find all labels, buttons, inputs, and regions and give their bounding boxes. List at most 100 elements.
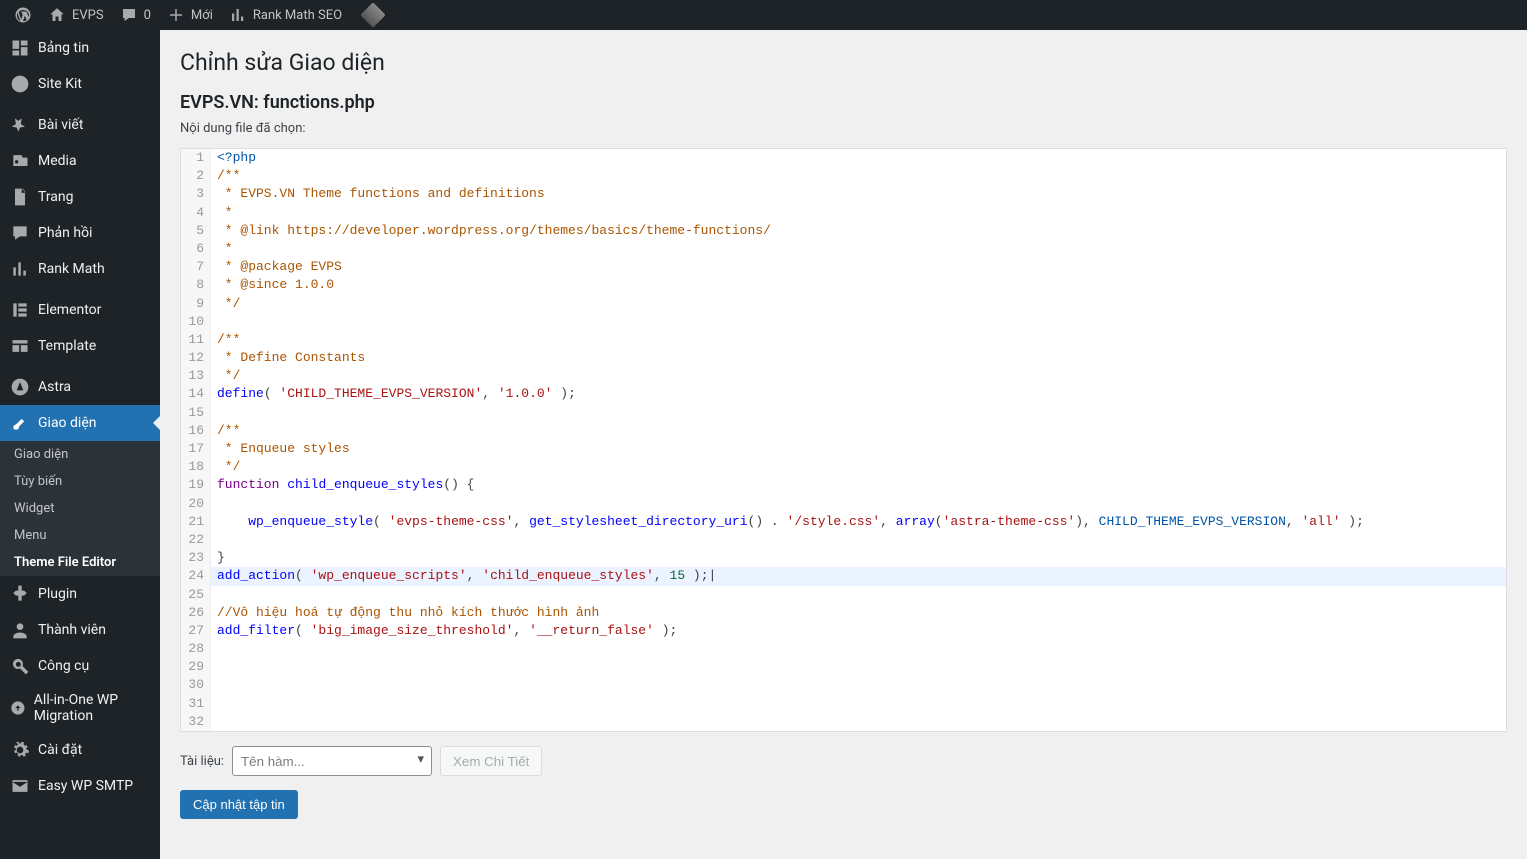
code-line[interactable]: 3 * EVPS.VN Theme functions and definiti… [181, 185, 1506, 203]
code-line[interactable]: 2/** [181, 167, 1506, 185]
code-line[interactable]: 18 */ [181, 458, 1506, 476]
code-line[interactable]: 6 * [181, 240, 1506, 258]
menu-item-rank-math[interactable]: Rank Math [0, 251, 160, 287]
site-link[interactable]: EVPS [40, 0, 112, 30]
code-content[interactable] [211, 404, 217, 422]
code-line[interactable]: 14define( 'CHILD_THEME_EVPS_VERSION', '1… [181, 385, 1506, 403]
code-line[interactable]: 19function child_enqueue_styles() { [181, 476, 1506, 494]
code-content[interactable]: * [211, 240, 233, 258]
code-content[interactable] [211, 695, 217, 713]
code-content[interactable]: add_filter( 'big_image_size_threshold', … [211, 622, 677, 640]
update-file-button[interactable]: Cập nhật tập tin [180, 790, 298, 819]
submenu-item-giao-diện[interactable]: Giao diện [0, 441, 160, 468]
submenu-item-widget[interactable]: Widget [0, 495, 160, 522]
code-line[interactable]: 4 * [181, 204, 1506, 222]
code-content[interactable]: add_action( 'wp_enqueue_scripts', 'child… [211, 567, 716, 585]
code-content[interactable] [211, 676, 217, 694]
code-content[interactable] [211, 495, 217, 513]
code-line[interactable]: 12 * Define Constants [181, 349, 1506, 367]
code-line[interactable]: 13 */ [181, 367, 1506, 385]
code-line[interactable]: 31 [181, 695, 1506, 713]
cache-menu[interactable] [350, 0, 396, 30]
menu-item-thành-viên[interactable]: Thành viên [0, 612, 160, 648]
code-line[interactable]: 9 */ [181, 295, 1506, 313]
code-content[interactable]: * Enqueue styles [211, 440, 350, 458]
code-content[interactable] [211, 658, 217, 676]
code-line[interactable]: 26//Vô hiệu hoá tự động thu nhỏ kích thư… [181, 604, 1506, 622]
menu-item-astra[interactable]: Astra [0, 369, 160, 405]
code-line[interactable]: 1<?php [181, 149, 1506, 167]
code-line[interactable]: 32 [181, 713, 1506, 731]
menu-item-giao-diện[interactable]: Giao diện [0, 405, 160, 441]
code-line[interactable]: 30 [181, 676, 1506, 694]
code-content[interactable]: <?php [211, 149, 256, 167]
code-line[interactable]: 21 wp_enqueue_style( 'evps-theme-css', g… [181, 513, 1506, 531]
code-line[interactable]: 25 [181, 586, 1506, 604]
view-details-button[interactable]: Xem Chi Tiết [440, 746, 542, 776]
menu-item-site-kit[interactable]: Site Kit [0, 66, 160, 102]
code-content[interactable]: /** [211, 331, 240, 349]
code-line[interactable]: 8 * @since 1.0.0 [181, 276, 1506, 294]
code-line[interactable]: 28 [181, 640, 1506, 658]
code-content[interactable]: wp_enqueue_style( 'evps-theme-css', get_… [211, 513, 1364, 531]
code-content[interactable]: //Vô hiệu hoá tự động thu nhỏ kích thước… [211, 604, 599, 622]
menu-item-phản-hồi[interactable]: Phản hồi [0, 215, 160, 251]
code-content[interactable]: /** [211, 422, 240, 440]
code-editor[interactable]: 1<?php2/**3 * EVPS.VN Theme functions an… [180, 148, 1507, 732]
code-content[interactable]: function child_enqueue_styles() { [211, 476, 474, 494]
comments-link[interactable]: 0 [112, 0, 159, 30]
menu-item-bảng-tin[interactable]: Bảng tin [0, 30, 160, 66]
code-content[interactable]: * [211, 204, 233, 222]
submenu-item-theme-file-editor[interactable]: Theme File Editor [0, 549, 160, 576]
code-line[interactable]: 22 [181, 531, 1506, 549]
code-content[interactable]: */ [211, 295, 240, 313]
code-content[interactable]: * EVPS.VN Theme functions and definition… [211, 185, 545, 203]
code-line[interactable]: 17 * Enqueue styles [181, 440, 1506, 458]
code-content[interactable] [211, 713, 217, 731]
code-content[interactable]: } [211, 549, 225, 567]
code-content[interactable] [211, 640, 217, 658]
code-line[interactable]: 23} [181, 549, 1506, 567]
wp-logo[interactable] [6, 0, 40, 30]
code-content[interactable]: * Define Constants [211, 349, 365, 367]
code-content[interactable]: * @since 1.0.0 [211, 276, 334, 294]
comment-icon [10, 223, 30, 243]
menu-item-bài-viết[interactable]: Bài viết [0, 107, 160, 143]
menu-item-elementor[interactable]: Elementor [0, 292, 160, 328]
code-content[interactable]: define( 'CHILD_THEME_EVPS_VERSION', '1.0… [211, 385, 576, 403]
code-line[interactable]: 29 [181, 658, 1506, 676]
code-content[interactable]: */ [211, 458, 240, 476]
menu-item-trang[interactable]: Trang [0, 179, 160, 215]
new-content[interactable]: Mới [159, 0, 221, 30]
code-line[interactable]: 27add_filter( 'big_image_size_threshold'… [181, 622, 1506, 640]
menu-item-template[interactable]: Template [0, 328, 160, 364]
code-content[interactable]: */ [211, 367, 240, 385]
code-content[interactable] [211, 531, 217, 549]
code-content[interactable]: /** [211, 167, 240, 185]
code-line[interactable]: 15 [181, 404, 1506, 422]
menu-item-easy-wp-smtp[interactable]: Easy WP SMTP [0, 768, 160, 804]
menu-item-cài-đặt[interactable]: Cài đặt [0, 732, 160, 768]
menu-label: All-in-One WP Migration [34, 692, 150, 724]
code-line[interactable]: 20 [181, 495, 1506, 513]
code-line[interactable]: 11/** [181, 331, 1506, 349]
menu-item-plugin[interactable]: Plugin [0, 576, 160, 612]
file-description: Nội dung file đã chọn: [180, 121, 1507, 136]
code-line[interactable]: 24add_action( 'wp_enqueue_scripts', 'chi… [181, 567, 1506, 585]
code-line[interactable]: 7 * @package EVPS [181, 258, 1506, 276]
code-content[interactable]: * @package EVPS [211, 258, 342, 276]
menu-item-công-cụ[interactable]: Công cụ [0, 648, 160, 684]
function-select[interactable]: Tên hàm... [232, 746, 432, 776]
code-line[interactable]: 10 [181, 313, 1506, 331]
code-line[interactable]: 16/** [181, 422, 1506, 440]
rankmath-menu[interactable]: Rank Math SEO [221, 0, 350, 30]
line-number: 25 [181, 586, 211, 604]
submenu-item-menu[interactable]: Menu [0, 522, 160, 549]
code-content[interactable] [211, 586, 217, 604]
code-content[interactable]: * @link https://developer.wordpress.org/… [211, 222, 771, 240]
menu-item-all-in-one-wp-migration[interactable]: All-in-One WP Migration [0, 684, 160, 732]
menu-item-media[interactable]: Media [0, 143, 160, 179]
code-line[interactable]: 5 * @link https://developer.wordpress.or… [181, 222, 1506, 240]
code-content[interactable] [211, 313, 217, 331]
submenu-item-tùy-biến[interactable]: Tùy biến [0, 468, 160, 495]
